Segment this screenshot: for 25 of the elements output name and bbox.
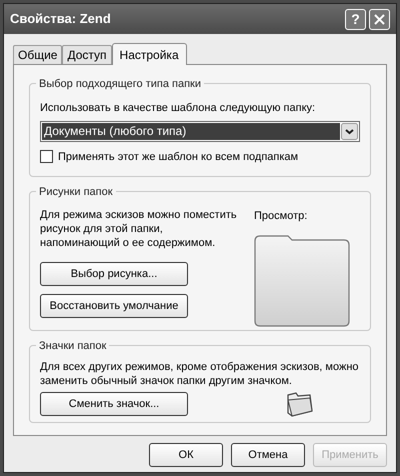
tab[interactable]: Доступ [62,45,112,64]
close-icon [374,14,385,24]
close-button[interactable] [369,8,390,30]
folder-icon [286,391,314,417]
checkbox-label: Применять этот же шаблон ко всем подпапкам [58,150,298,164]
dropdown-value: Документы (любого типа) [42,122,340,140]
preview-label: Просмотр: [254,209,308,224]
group-title: Рисунки папок [36,184,116,200]
icons-description: Для всех других режимов, кроме отображения эскизов, можно заменить обычный значок папки другим значком. [40,360,360,388]
template-label: Использовать в качестве шаблона следующую папку: [40,101,316,116]
group-title: Выбор подходящего типа папки [36,76,204,92]
tab[interactable]: Настройка [112,43,187,65]
help-button[interactable]: ? [345,8,366,30]
picture-button[interactable]: Восстановить умолчание [40,294,188,318]
chevron-down-icon [341,122,358,140]
change-icon-button[interactable]: Сменить значок... [40,392,188,416]
tab[interactable]: Общие [13,45,62,64]
picture-button[interactable]: Выбор рисунка... [40,262,188,286]
folder-preview-icon [254,232,350,326]
dialog-button[interactable]: ОК [149,443,223,467]
window-title: Свойства: Zend [10,10,112,28]
template-dropdown[interactable]: Документы (любого типа) [40,120,360,142]
pictures-description: Для режима эскизов можно поместить рисунок для этой папки, напоминающий о ее содержимом. [40,208,238,250]
dialog-button[interactable]: Отмена [231,443,305,467]
checkbox[interactable] [40,150,53,164]
